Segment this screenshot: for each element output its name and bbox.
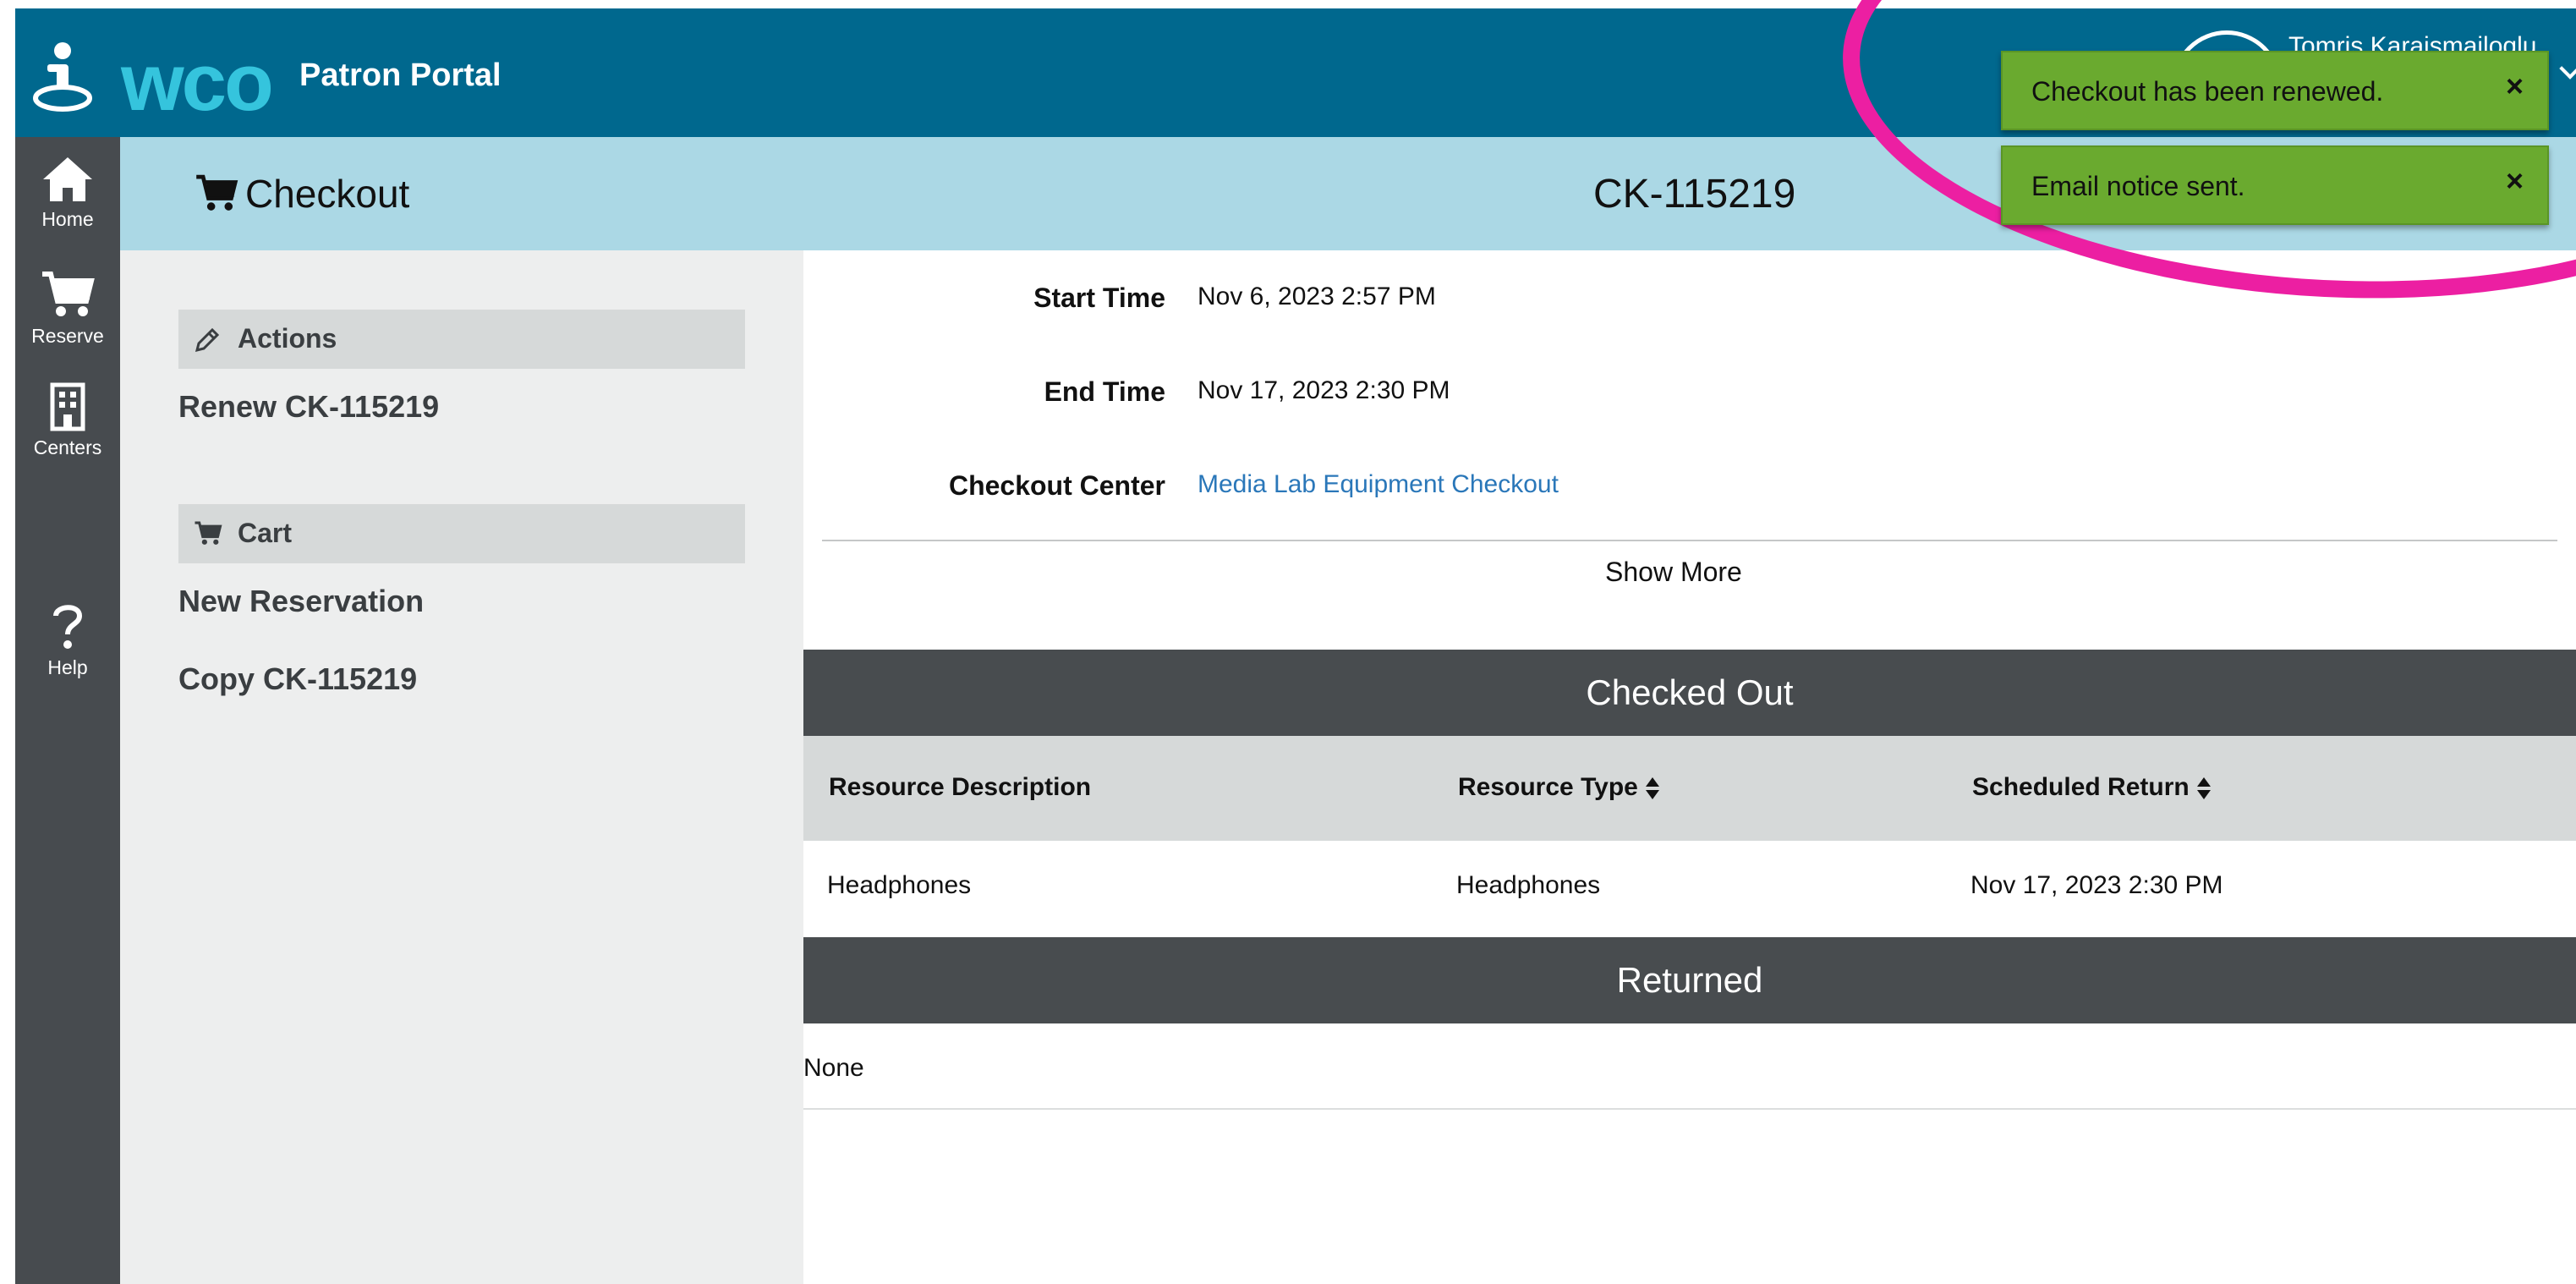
column-resource-type-label: Resource Type [1458, 773, 1638, 801]
cart-header: Cart [178, 504, 745, 563]
close-icon[interactable]: × [2506, 166, 2524, 196]
copy-link[interactable]: Copy CK-115219 [178, 661, 417, 697]
returned-heading: Returned [803, 937, 2576, 1023]
column-scheduled-return[interactable]: Scheduled Return [1972, 773, 2212, 802]
cell-resource-description: Headphones [827, 871, 972, 899]
cell-resource-type: Headphones [1456, 871, 1601, 899]
checkout-id: CK-115219 [1593, 172, 1796, 217]
show-more-button[interactable]: Show More [1605, 557, 1742, 588]
nav-label-home: Home [41, 208, 94, 230]
start-time-label: Start Time [1033, 283, 1165, 313]
actions-header: Actions [178, 310, 745, 369]
renew-link[interactable]: Renew CK-115219 [178, 389, 439, 425]
toast-message: Email notice sent. [2031, 171, 2245, 201]
home-icon [43, 157, 92, 201]
nav-item-reserve[interactable]: Reserve [15, 271, 120, 348]
nav-item-home[interactable]: Home [15, 156, 120, 231]
column-scheduled-return-label: Scheduled Return [1972, 773, 2190, 801]
cart-header-label: Cart [238, 518, 293, 548]
left-nav: Home Reserve Centers Help [15, 137, 120, 1284]
toast-renewed: Checkout has been renewed. × [2001, 51, 2549, 130]
portal-title: Patron Portal [299, 58, 501, 93]
checked-out-table-header: Resource Description Resource Type Sched… [803, 736, 2576, 841]
start-time-value: Nov 6, 2023 2:57 PM [1198, 283, 1436, 310]
center-link[interactable]: Media Lab Equipment Checkout [1198, 470, 1559, 499]
end-time-value: Nov 17, 2023 2:30 PM [1198, 376, 1450, 404]
new-reservation-link[interactable]: New Reservation [178, 584, 424, 619]
patron-icon [33, 42, 92, 112]
actions-header-label: Actions [238, 323, 337, 354]
sort-icon[interactable] [1645, 776, 1660, 801]
column-resource-type[interactable]: Resource Type [1458, 773, 1660, 802]
cell-scheduled-return: Nov 17, 2023 2:30 PM [1970, 871, 2223, 899]
end-time-label: End Time [1044, 376, 1165, 407]
toast-email-sent: Email notice sent. × [2001, 145, 2549, 225]
pencil-icon [195, 327, 220, 353]
returned-divider [803, 1108, 2576, 1110]
page-title: Checkout [245, 172, 410, 216]
details-divider [822, 540, 2557, 541]
returned-empty-text: None [803, 1054, 864, 1082]
nav-item-centers[interactable]: Centers [15, 382, 120, 459]
nav-label-reserve: Reserve [31, 325, 104, 347]
top-margin [0, 0, 2576, 8]
nav-label-help: Help [47, 656, 88, 678]
close-icon[interactable]: × [2506, 71, 2524, 102]
column-resource-description: Resource Description [829, 773, 1092, 801]
brand-logo[interactable]: wco [121, 42, 274, 123]
question-icon [53, 605, 83, 649]
cart-icon [196, 174, 238, 211]
left-margin [0, 0, 15, 1284]
nav-label-centers: Centers [33, 436, 102, 458]
sort-icon[interactable] [2196, 776, 2212, 801]
nav-item-help[interactable]: Help [15, 601, 120, 679]
center-label: Checkout Center [948, 470, 1165, 501]
building-icon [50, 382, 85, 431]
toast-message: Checkout has been renewed. [2031, 76, 2384, 107]
cart-icon [195, 521, 222, 545]
actions-panel: Actions Renew CK-115219 Cart New Reserva… [120, 250, 803, 1284]
chevron-down-icon[interactable] [2559, 58, 2576, 80]
cart-icon [42, 272, 95, 316]
checked-out-heading: Checked Out [803, 650, 2576, 736]
